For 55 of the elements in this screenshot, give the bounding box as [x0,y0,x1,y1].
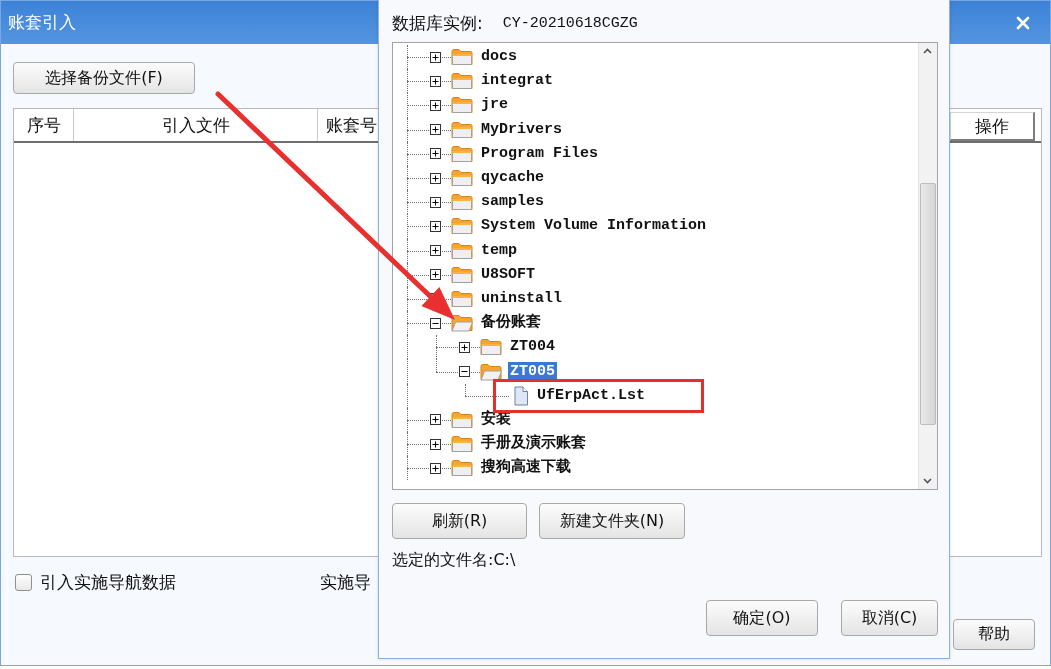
plus-icon[interactable] [430,245,441,257]
tree-item[interactable]: Program Files [479,143,601,164]
plus-icon[interactable] [430,124,441,136]
tree-item[interactable]: ZT005 [508,361,557,382]
minus-icon[interactable] [430,317,441,329]
plus-icon[interactable] [430,462,441,474]
tree-item[interactable]: integrat [479,71,555,92]
tree-item[interactable]: docs [479,47,519,68]
tree-item[interactable]: 手册及演示账套 [479,434,588,455]
instance-value: CY-20210618CGZG [502,14,638,32]
close-icon [1016,15,1030,30]
close-button[interactable] [1016,15,1030,30]
dialog-button[interactable]: 新建文件夹(N) [539,503,685,539]
option-label: 实施导 [320,571,371,594]
instance-label: 数据库实例: [392,11,483,35]
dialog-button[interactable]: 确定(O) [706,600,818,636]
tree-item[interactable]: U8SOFT [479,264,537,285]
select-backup-button[interactable]: 选择备份文件(F) [13,62,195,94]
plus-icon[interactable] [430,51,441,63]
plus-icon[interactable] [430,148,441,160]
column-header: 账套号 [326,113,377,137]
plus-icon[interactable] [430,438,441,450]
tree-item[interactable]: UfErpAct.Lst [535,385,648,406]
tree-item[interactable]: MyDrivers [479,119,564,140]
tree-item[interactable]: 搜狗高速下载 [479,458,573,479]
plus-icon[interactable] [430,220,441,232]
plus-icon[interactable] [430,269,441,281]
tree-item[interactable]: System Volume Information [479,216,709,237]
scrollbar[interactable] [918,43,937,489]
dialog-button[interactable]: 取消(C) [841,600,938,636]
tree-item[interactable]: uninstall [479,288,564,309]
tree-item[interactable]: jre [479,95,510,116]
plus-icon[interactable] [430,99,441,111]
checkbox-label[interactable]: 引入实施导航数据 [40,571,176,594]
column-header: 引入文件 [161,113,230,137]
plus-icon[interactable] [430,196,441,208]
file-icon [513,385,529,406]
column-header: 操作 [975,114,1009,138]
window-title: 账套引入 [8,11,76,34]
plus-icon[interactable] [430,172,441,184]
checkbox[interactable] [15,574,32,591]
help-button[interactable]: 帮助 [953,619,1035,650]
plus-icon[interactable] [430,75,441,87]
scrollbar-thumb[interactable] [920,183,936,425]
plus-icon[interactable] [459,341,470,353]
dialog-button[interactable]: 刷新(R) [392,503,527,539]
selected-file-name: 选定的文件名:C:\ [392,550,516,570]
tree-item[interactable]: samples [479,192,546,213]
tree-item[interactable]: ZT004 [508,337,557,358]
tree-item[interactable]: qycache [479,168,546,189]
tree-item[interactable]: 备份账套 [479,313,543,334]
plus-icon[interactable] [430,414,441,426]
column-header: 序号 [26,113,61,137]
tree-item[interactable]: temp [479,240,519,261]
minus-icon[interactable] [459,366,470,378]
